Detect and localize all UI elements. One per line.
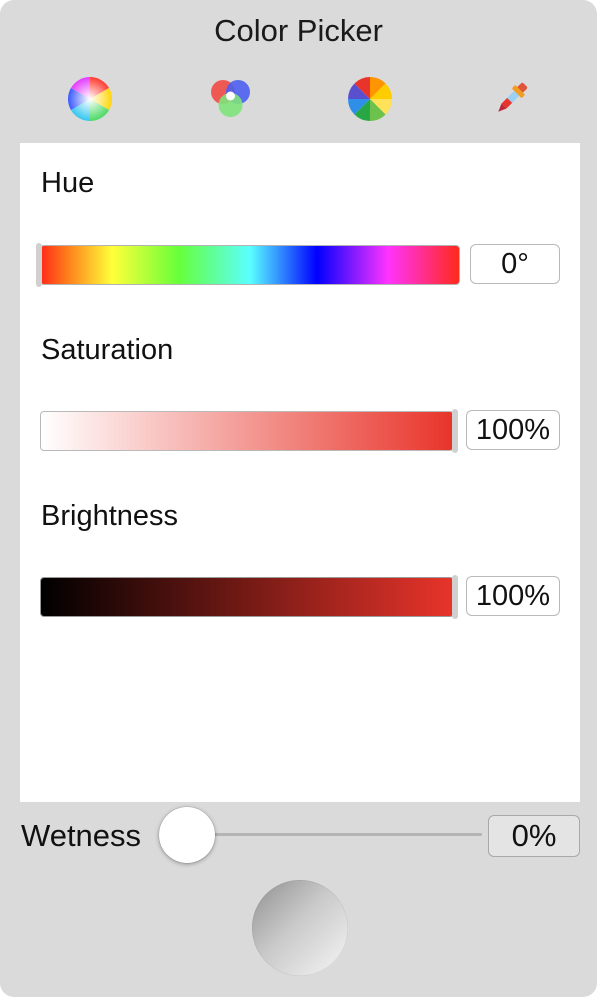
wetness-value-field[interactable]: 0% [488, 815, 580, 857]
saturation-slider-knob[interactable] [452, 409, 458, 453]
saturation-slider-track[interactable] [40, 411, 454, 451]
color-picker-window: Color Picker Hue 0° Saturation 100% Brig… [0, 0, 597, 997]
wetness-slider-thumb[interactable] [159, 807, 215, 863]
color-preview-swatch[interactable] [252, 880, 348, 976]
brightness-label: Brightness [41, 500, 179, 532]
saturation-value-field[interactable]: 100% [466, 410, 560, 450]
brightness-slider-track[interactable] [40, 577, 454, 617]
hue-value-field[interactable]: 0° [470, 244, 560, 284]
hue-slider-knob[interactable] [36, 243, 42, 287]
color-sliders-icon[interactable] [207, 76, 253, 122]
brightness-slider-knob[interactable] [452, 575, 458, 619]
saturation-label: Saturation [41, 334, 174, 366]
hue-slider-track[interactable] [40, 245, 460, 285]
wetness-label: Wetness [21, 818, 142, 853]
color-palettes-icon[interactable] [347, 76, 393, 122]
brightness-value-field[interactable]: 100% [466, 576, 560, 616]
color-wheel-icon[interactable] [67, 76, 113, 122]
window-title: Color Picker [214, 13, 383, 48]
eyedropper-icon[interactable] [488, 76, 534, 122]
hue-label: Hue [41, 167, 95, 199]
slider-panel: Hue 0° Saturation 100% Brightness 100% [20, 143, 580, 802]
